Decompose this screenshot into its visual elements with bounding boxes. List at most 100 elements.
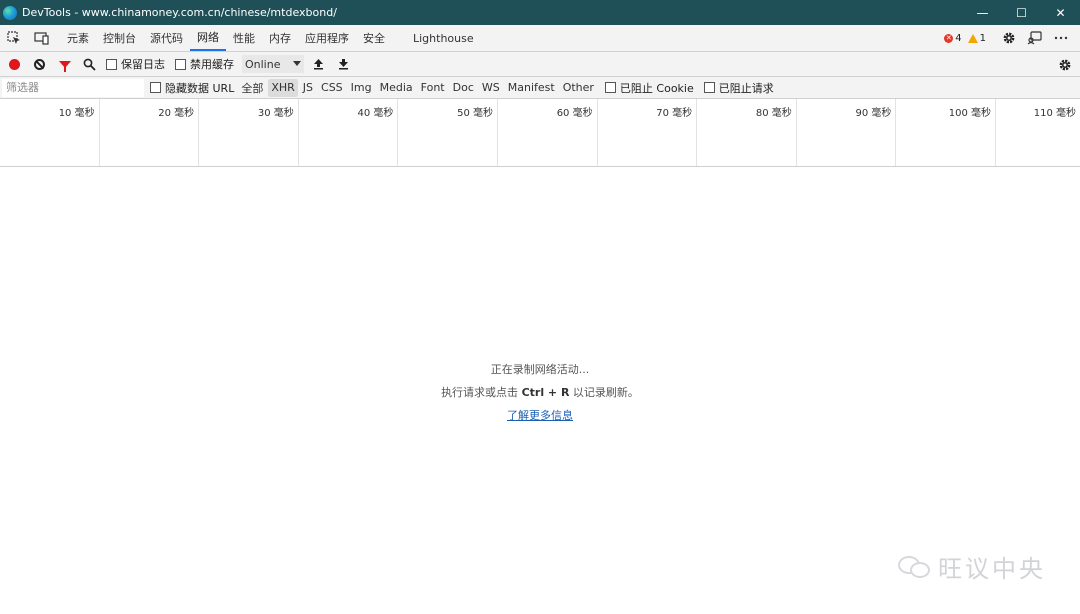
tab-3[interactable]: 网络 xyxy=(190,25,226,51)
tab-8[interactable]: Lighthouse xyxy=(406,25,481,51)
window-title: DevTools - www.chinamoney.com.cn/chinese… xyxy=(22,6,337,19)
tab-0[interactable]: 元素 xyxy=(60,25,96,51)
timeline-tick-label: 50 毫秒 xyxy=(457,108,493,119)
maximize-button[interactable]: ☐ xyxy=(1002,0,1041,25)
tab-7[interactable]: 安全 xyxy=(356,25,392,51)
timeline-tick-label: 60 毫秒 xyxy=(556,108,593,119)
error-icon: ✕ xyxy=(944,33,954,43)
minimize-button[interactable]: — xyxy=(963,0,1002,25)
filter-input[interactable] xyxy=(2,78,144,97)
tab-4[interactable]: 性能 xyxy=(226,25,262,51)
window-controls: — ☐ ✕ xyxy=(963,0,1080,25)
timeline-tick: 90 毫秒 xyxy=(797,99,897,166)
blocked-requests-box[interactable] xyxy=(703,82,715,93)
timeline-tick: 20 毫秒 xyxy=(100,99,200,166)
download-icon xyxy=(339,59,348,70)
disable-cache-box[interactable] xyxy=(175,58,186,70)
type-filter-1[interactable]: XHR xyxy=(268,78,298,97)
record-icon xyxy=(9,58,20,70)
warning-count: 1 xyxy=(979,32,986,44)
warning-count-badge[interactable]: 1 xyxy=(967,32,986,44)
timeline-tick-label: 90 毫秒 xyxy=(855,108,892,119)
close-button[interactable]: ✕ xyxy=(1041,0,1080,25)
timeline-tick: 100 毫秒 xyxy=(896,99,996,166)
network-settings-gear-icon[interactable] xyxy=(1052,52,1078,78)
throttling-value: Online xyxy=(245,57,281,71)
blocked-cookies-box[interactable] xyxy=(604,82,616,93)
blocked-cookies-label: 已阻止 Cookie xyxy=(619,81,694,95)
hide-data-urls-box[interactable] xyxy=(150,82,161,93)
watermark-text: 旺议中央 xyxy=(938,555,1046,583)
tabbar-right: ✕ 4 1 xyxy=(944,25,1080,51)
timeline-tick-label: 110 毫秒 xyxy=(1033,108,1076,119)
record-button[interactable] xyxy=(2,52,27,76)
blocked-requests-checkbox[interactable]: 已阻止请求 xyxy=(703,80,774,96)
tab-1[interactable]: 控制台 xyxy=(96,25,143,51)
hide-data-urls-label: 隐藏数据 URL xyxy=(165,81,235,95)
timeline-tick: 80 毫秒 xyxy=(697,99,797,166)
hint-shortcut: Ctrl + R xyxy=(521,386,570,399)
feedback-icon[interactable] xyxy=(1022,25,1048,51)
import-har-button[interactable] xyxy=(306,52,331,76)
inspect-element-icon[interactable] xyxy=(0,25,28,51)
timeline-tick: 110 毫秒 xyxy=(996,99,1080,166)
tab-2[interactable]: 源代码 xyxy=(143,25,190,51)
tab-6[interactable]: 应用程序 xyxy=(298,25,356,51)
type-filter-5[interactable]: Media xyxy=(377,79,416,97)
timeline-tick: 30 毫秒 xyxy=(199,99,299,166)
learn-more-link[interactable]: 了解更多信息 xyxy=(507,409,573,422)
reload-hint: 执行请求或点击 Ctrl + R 以记录刷新。 xyxy=(0,384,1080,400)
edge-app-icon xyxy=(3,5,17,20)
wechat-logo-icon xyxy=(898,554,932,580)
timeline-tick: 10 毫秒 xyxy=(0,99,100,166)
timeline-overview[interactable]: 10 毫秒 20 毫秒 30 毫秒 40 毫秒 50 毫秒 60 毫秒 70 毫秒 80 毫秒… xyxy=(0,99,1080,167)
timeline-tick: 50 毫秒 xyxy=(398,99,498,166)
blocked-requests-label: 已阻止请求 xyxy=(718,81,774,95)
timeline-tick: 60 毫秒 xyxy=(498,99,598,166)
blocked-cookies-checkbox[interactable]: 已阻止 Cookie xyxy=(604,80,694,96)
warning-icon xyxy=(967,33,978,43)
export-har-button[interactable] xyxy=(331,52,356,76)
type-filter-9[interactable]: Manifest xyxy=(505,79,558,97)
settings-gear-icon[interactable] xyxy=(996,25,1022,51)
error-count-badge[interactable]: ✕ 4 xyxy=(944,33,962,44)
type-filter-2[interactable]: JS xyxy=(300,79,316,97)
clear-icon xyxy=(34,58,45,70)
disable-cache-label: 禁用缓存 xyxy=(190,58,234,71)
hint-after: 以记录刷新。 xyxy=(569,386,639,399)
search-button[interactable] xyxy=(77,52,102,76)
recording-message: 正在录制网络活动... xyxy=(490,363,590,376)
type-filter-8[interactable]: WS xyxy=(479,79,503,97)
tab-5[interactable]: 内存 xyxy=(262,25,298,51)
type-filter-0[interactable]: 全部 xyxy=(238,79,266,97)
type-filter-7[interactable]: Doc xyxy=(450,79,477,97)
type-filter-6[interactable]: Font xyxy=(418,79,448,97)
learn-more-container: 了解更多信息 xyxy=(0,407,1080,423)
filter-toggle-button[interactable] xyxy=(52,52,77,76)
clear-button[interactable] xyxy=(27,52,52,76)
hide-data-urls-checkbox[interactable]: 隐藏数据 URL xyxy=(150,80,234,96)
timeline-tick-label: 100 毫秒 xyxy=(948,108,991,119)
type-filter-4[interactable]: Img xyxy=(348,79,375,97)
network-toolbar: 保留日志 禁用缓存 Online xyxy=(0,52,1080,77)
preserve-log-checkbox[interactable]: 保留日志 xyxy=(106,56,165,72)
more-options-icon[interactable] xyxy=(1048,25,1074,51)
title-bar: DevTools - www.chinamoney.com.cn/chinese… xyxy=(0,0,1080,25)
network-empty-state: 正在录制网络活动... 执行请求或点击 Ctrl + R 以记录刷新。 了解更多… xyxy=(0,167,1080,614)
timeline-tick-label: 40 毫秒 xyxy=(357,108,394,119)
filter-bar: 隐藏数据 URL 全部XHRJSCSSImgMediaFontDocWSMani… xyxy=(0,77,1080,99)
preserve-log-box[interactable] xyxy=(106,58,117,70)
chevron-down-icon xyxy=(293,61,301,66)
timeline-tick-label: 30 毫秒 xyxy=(257,108,294,119)
type-filter-10[interactable]: Other xyxy=(560,79,597,97)
timeline-tick: 70 毫秒 xyxy=(598,99,698,166)
throttling-select[interactable]: Online xyxy=(242,55,304,73)
disable-cache-checkbox[interactable]: 禁用缓存 xyxy=(175,56,234,72)
device-emulation-icon[interactable] xyxy=(28,25,56,51)
watermark: 旺议中央 xyxy=(898,549,1046,584)
timeline-tick: 40 毫秒 xyxy=(299,99,399,166)
type-filter-3[interactable]: CSS xyxy=(318,79,346,97)
upload-icon xyxy=(314,59,323,70)
timeline-tick-label: 20 毫秒 xyxy=(158,108,195,119)
filter-funnel-icon xyxy=(58,60,71,72)
